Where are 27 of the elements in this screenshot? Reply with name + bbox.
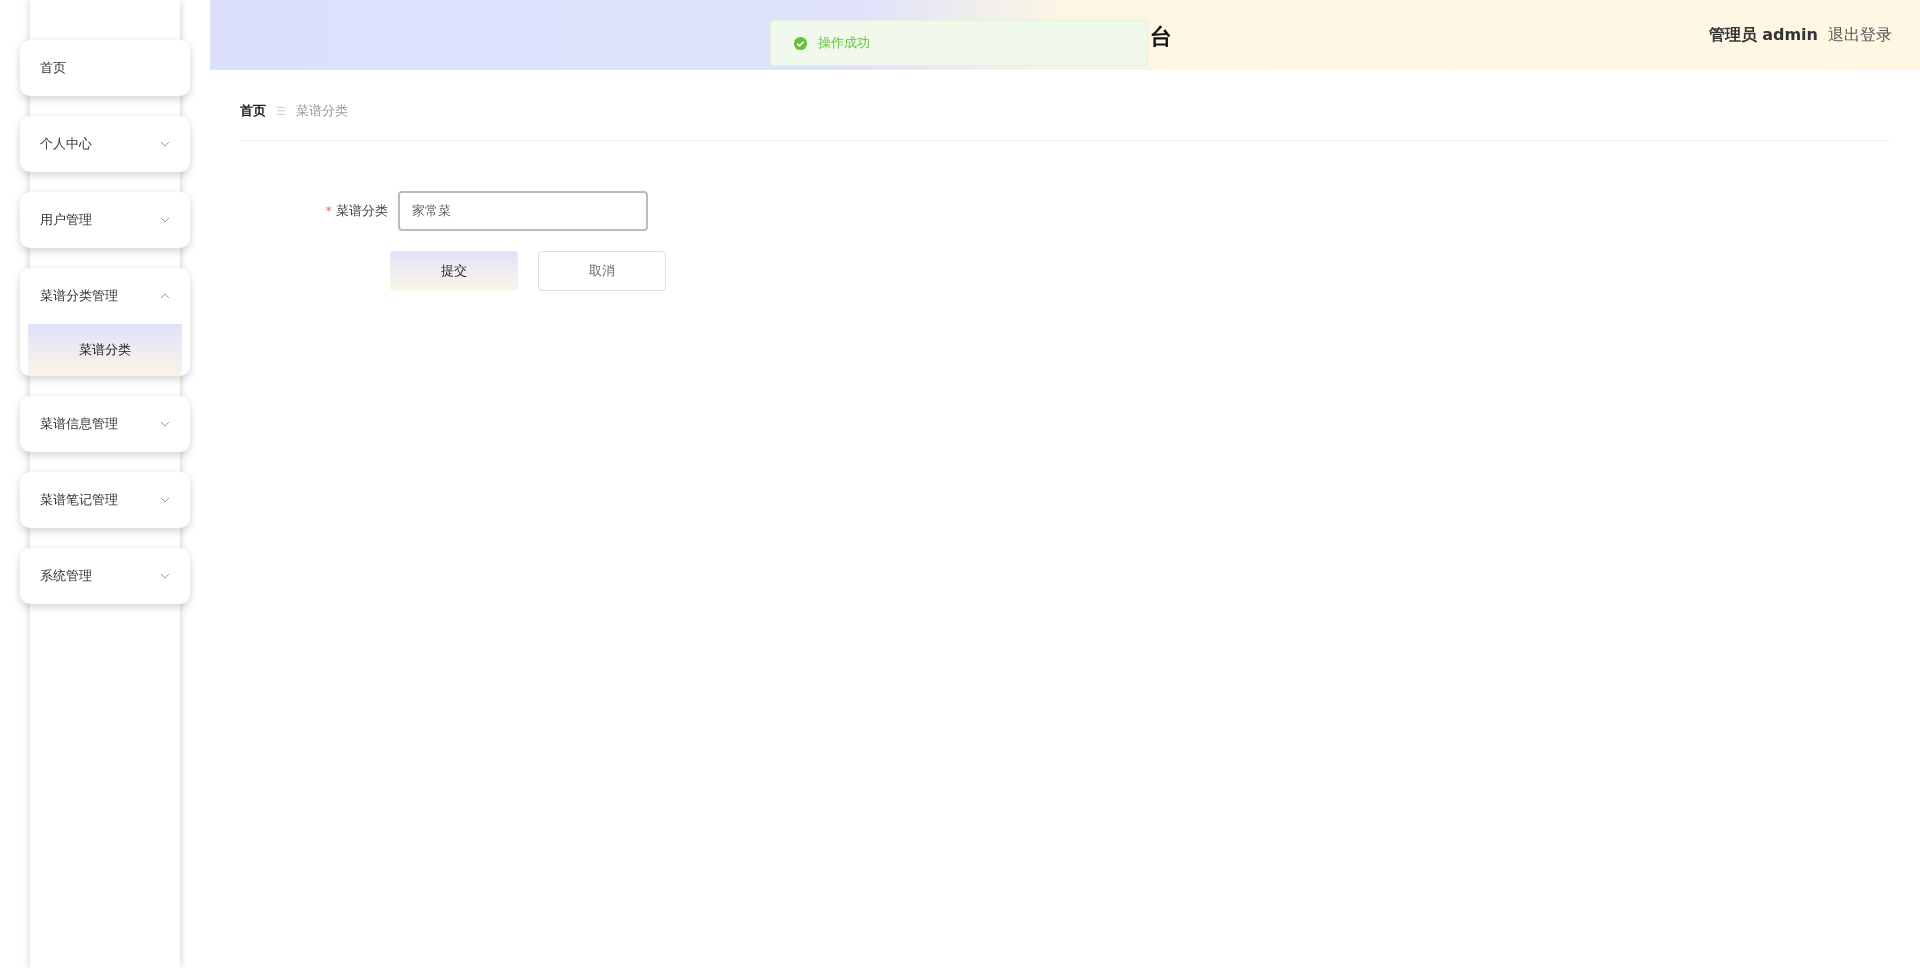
check-circle-icon [793,35,808,51]
header-title: 台 [1150,23,1172,51]
menu-item[interactable]: 菜谱笔记管理 [20,472,190,528]
input-field[interactable]: 家常菜 [398,191,648,231]
menu-item[interactable]: 首页 [20,40,190,96]
chevron-icon [160,141,170,147]
breadcrumb-item[interactable]: 首页 [240,102,266,120]
menu-item[interactable]: 菜谱分类管理 [20,268,190,324]
chevron-icon [160,217,170,223]
user-name: 管理员 admin [1708,24,1818,46]
submenu-item[interactable]: 菜谱分类 [28,324,182,376]
breadcrumb-item: 菜谱分类 [295,102,348,120]
menu-item[interactable]: 个人中心 [20,116,190,172]
toast-message: 操作成功 [818,34,870,52]
breadcrumb-separator: ☰ [276,104,286,118]
logout-link[interactable]: 退出登录 [1828,24,1892,46]
field-label: 菜谱分类 [336,203,388,218]
chevron-icon [160,497,170,503]
menu-item[interactable]: 系统管理 [20,548,190,604]
chevron-icon [160,293,170,299]
chevron-icon [160,421,170,427]
required-mark: * [325,203,332,218]
menu-item[interactable]: 菜谱信息管理 [20,396,190,452]
cancel-button[interactable]: 取消 [538,251,666,291]
menu-item[interactable]: 用户管理 [20,192,190,248]
submit-button[interactable]: 提交 [390,251,518,291]
chevron-icon [160,573,170,579]
